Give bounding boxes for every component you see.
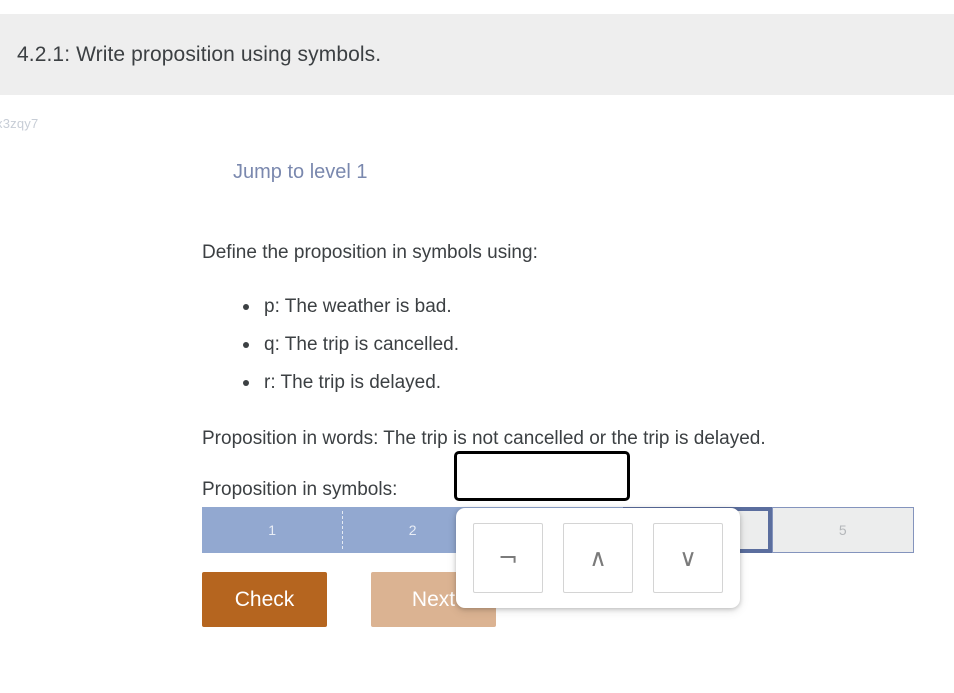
session-code-stamp: x3zqy7 bbox=[0, 116, 39, 131]
progress-step-label: 5 bbox=[838, 522, 847, 538]
progress-step-label: 1 bbox=[268, 522, 277, 538]
page-title: 4.2.1: Write proposition using symbols. bbox=[17, 42, 382, 66]
conjunction-symbol-key[interactable]: ∧ bbox=[563, 523, 633, 593]
progress-step-5[interactable]: 5 bbox=[771, 507, 915, 553]
negation-symbol-key[interactable]: ¬ bbox=[473, 523, 543, 593]
definition-text: q: The trip is cancelled. bbox=[264, 334, 460, 355]
bullet-icon bbox=[243, 380, 249, 386]
bullet-icon bbox=[243, 304, 249, 310]
proposition-in-symbols-row: Proposition in symbols: bbox=[202, 451, 942, 505]
symbol-keypad-popup: ¬ ∧ ∨ bbox=[456, 508, 740, 608]
list-item: q: The trip is cancelled. bbox=[202, 326, 942, 364]
jump-to-level-link[interactable]: Jump to level 1 bbox=[233, 158, 942, 186]
check-button[interactable]: Check bbox=[202, 572, 327, 627]
list-item: r: The trip is delayed. bbox=[202, 364, 942, 402]
exercise-header-bar: 4.2.1: Write proposition using symbols. bbox=[0, 14, 954, 95]
definition-text: p: The weather is bad. bbox=[264, 296, 452, 317]
exercise-content: Jump to level 1 Define the proposition i… bbox=[202, 150, 942, 505]
definition-text: r: The trip is delayed. bbox=[264, 372, 442, 393]
define-instruction: Define the proposition in symbols using: bbox=[202, 242, 538, 263]
progress-step-label: 2 bbox=[408, 522, 417, 538]
answer-input[interactable] bbox=[454, 451, 630, 501]
action-buttons: Check Next bbox=[202, 572, 496, 627]
proposition-definitions-list: p: The weather is bad. q: The trip is ca… bbox=[202, 288, 942, 402]
proposition-in-words: Proposition in words: The trip is not ca… bbox=[202, 428, 766, 449]
list-item: p: The weather is bad. bbox=[202, 288, 942, 326]
disjunction-symbol-key[interactable]: ∨ bbox=[653, 523, 723, 593]
top-whitespace-strip bbox=[0, 0, 954, 14]
bullet-icon bbox=[243, 342, 249, 348]
proposition-in-symbols-label: Proposition in symbols: bbox=[202, 479, 398, 500]
progress-step-1[interactable]: 1 bbox=[202, 507, 343, 553]
